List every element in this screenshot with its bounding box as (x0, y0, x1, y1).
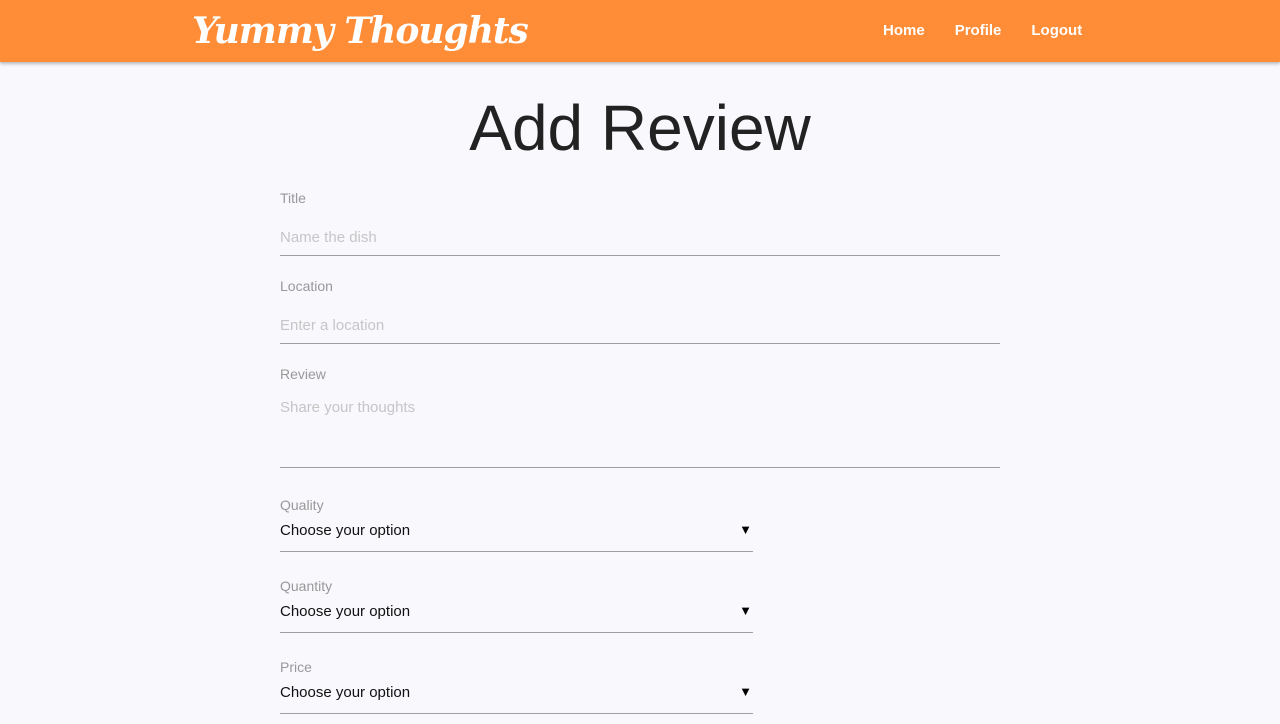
price-selected-value: Choose your option (280, 684, 411, 701)
quality-select[interactable]: Choose your option ▼ (280, 520, 753, 552)
price-select[interactable]: Choose your option ▼ (280, 682, 753, 714)
caret-down-icon: ▼ (739, 603, 752, 618)
nav-profile-link[interactable]: Profile (944, 0, 1013, 62)
nav-logout-link[interactable]: Logout (1020, 0, 1093, 62)
nav-links: Home Profile Logout (872, 0, 1101, 62)
top-navbar: Yummy Thoughts Home Profile Logout (0, 0, 1280, 62)
quantity-label: Quantity (280, 578, 333, 594)
location-label: Location (280, 278, 333, 294)
quality-selected-value: Choose your option (280, 522, 411, 539)
location-field: Location (280, 277, 1000, 344)
review-field: Review (280, 365, 1000, 468)
quantity-select[interactable]: Choose your option ▼ (280, 601, 753, 633)
quantity-field: Quantity Choose your option ▼ (280, 577, 753, 636)
brand-logo[interactable]: Yummy Thoughts (192, 6, 529, 56)
page-title: Add Review (469, 92, 811, 164)
quantity-selected-value: Choose your option (280, 603, 411, 620)
price-field: Price Choose your option ▼ (280, 658, 753, 717)
quality-label: Quality (280, 497, 324, 513)
price-label: Price (280, 659, 312, 675)
location-input[interactable] (280, 308, 1000, 344)
quality-field: Quality Choose your option ▼ (280, 496, 753, 555)
title-input[interactable] (280, 220, 1000, 256)
caret-down-icon: ▼ (739, 522, 752, 537)
title-field: Title (280, 189, 1000, 256)
caret-down-icon: ▼ (739, 684, 752, 699)
review-textarea[interactable] (280, 395, 1000, 468)
review-label: Review (280, 366, 326, 382)
title-label: Title (280, 190, 306, 206)
nav-home-link[interactable]: Home (872, 0, 936, 62)
